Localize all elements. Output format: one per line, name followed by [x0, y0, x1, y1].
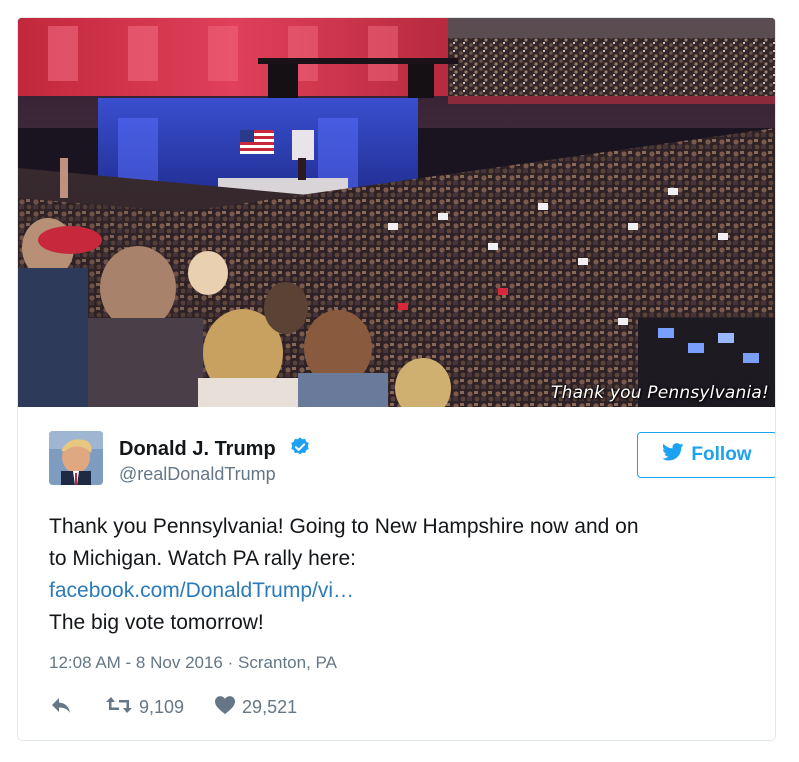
- author-name[interactable]: Donald J. Trump: [119, 438, 276, 460]
- follow-button-label: Follow: [691, 444, 752, 465]
- heart-icon: [214, 695, 236, 720]
- rally-crowd-photo: [18, 18, 775, 407]
- tweet-text-line: to Michigan. Watch PA rally here:: [49, 547, 356, 570]
- location[interactable]: Scranton, PA: [238, 653, 337, 672]
- tweet-text-line: Thank you Pennsylvania! Going to New Ham…: [49, 515, 639, 538]
- twitter-bird-icon: [662, 443, 684, 467]
- tweet-actions: 9,109 29,521: [49, 694, 297, 720]
- tweet-text-line: The big vote tomorrow!: [49, 611, 264, 634]
- tweet-header: Donald J. Trump @realDonaldTrump Follow: [49, 431, 775, 491]
- tweet-link[interactable]: facebook.com/DonaldTrump/vi…: [49, 579, 354, 602]
- author-name-row[interactable]: Donald J. Trump: [119, 436, 311, 464]
- reply-icon: [49, 695, 73, 720]
- avatar-image: [49, 431, 103, 485]
- verified-badge-icon: [289, 436, 311, 464]
- meta-separator: ·: [227, 653, 234, 672]
- like-button[interactable]: 29,521: [214, 695, 297, 720]
- tweet-text: Thank you Pennsylvania! Going to New Ham…: [49, 511, 759, 639]
- timestamp[interactable]: 12:08 AM - 8 Nov 2016: [49, 653, 223, 672]
- follow-button[interactable]: Follow: [637, 432, 775, 478]
- tweet-media-photo[interactable]: Thank you Pennsylvania!: [18, 18, 775, 407]
- author-handle[interactable]: @realDonaldTrump: [119, 464, 276, 485]
- reply-button[interactable]: [49, 695, 73, 720]
- like-count: 29,521: [242, 696, 298, 717]
- media-caption: Thank you Pennsylvania!: [551, 383, 769, 403]
- tweet-meta: 12:08 AM - 8 Nov 2016 · Scranton, PA: [49, 653, 337, 673]
- retweet-icon: [105, 695, 133, 720]
- retweet-button[interactable]: 9,109: [105, 695, 184, 720]
- retweet-count: 9,109: [139, 696, 185, 717]
- avatar[interactable]: [49, 431, 103, 485]
- tweet-card: Thank you Pennsylvania! Donald J. Trump: [17, 17, 776, 741]
